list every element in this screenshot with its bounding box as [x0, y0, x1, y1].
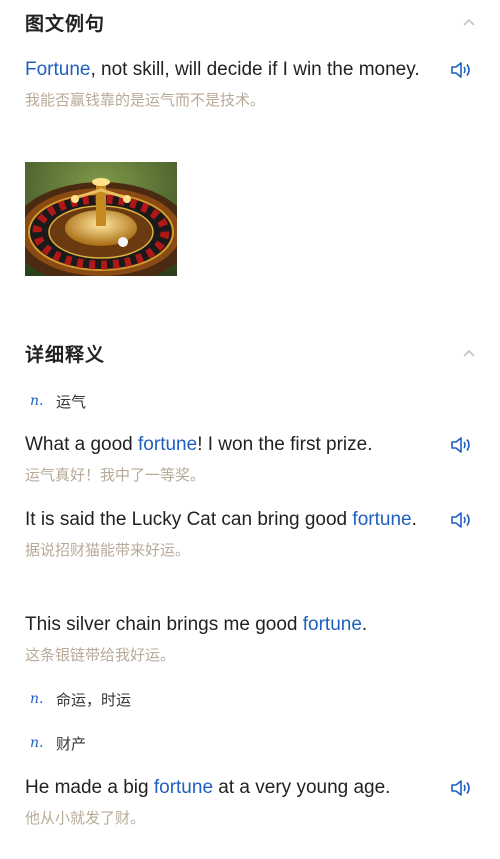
speaker-icon[interactable] [449, 775, 475, 801]
example-translation: 这条银链带给我好运。 [25, 646, 176, 664]
part-of-speech: n. [30, 393, 44, 409]
section-title: 图文例句 [25, 12, 106, 35]
example-sentence: This silver chain brings me good fortune… [25, 610, 475, 667]
speaker-icon[interactable] [449, 507, 475, 533]
sense-row: n. 命运，时运 [30, 688, 131, 710]
details-section-header: 详细释义 [25, 338, 475, 368]
example-sentence: Fortune, not skill, will decide if I win… [25, 55, 475, 112]
keyword-highlight[interactable]: Fortune [25, 59, 90, 80]
example-translation: 据说招财猫能带来好运。 [25, 541, 191, 559]
example-translation: 我能否赢钱靠的是运气而不是技术。 [25, 91, 266, 109]
section-title: 详细释义 [25, 343, 106, 366]
keyword-highlight[interactable]: fortune [138, 434, 197, 455]
example-english: It is said the Lucky Cat can bring good … [25, 509, 417, 530]
example-sentence: It is said the Lucky Cat can bring good … [25, 505, 475, 562]
example-english: He made a big fortune at a very young ag… [25, 777, 391, 798]
example-translation: 运气真好！我中了一等奖。 [25, 466, 206, 484]
sense-row: n. 运气 [30, 390, 86, 412]
part-of-speech: n. [30, 735, 44, 751]
sense-meaning: 命运，时运 [56, 690, 132, 709]
keyword-highlight[interactable]: fortune [352, 509, 411, 530]
example-translation: 他从小就发了财。 [25, 809, 146, 827]
examples-section-header: 图文例句 [25, 7, 475, 37]
example-sentence: He made a big fortune at a very young ag… [25, 773, 475, 830]
keyword-highlight[interactable]: fortune [303, 614, 362, 635]
speaker-icon[interactable] [449, 432, 475, 458]
example-english: This silver chain brings me good fortune… [25, 614, 368, 635]
sense-meaning: 财产 [56, 734, 87, 753]
part-of-speech: n. [30, 691, 44, 707]
example-sentence: What a good fortune! I won the first pri… [25, 430, 475, 487]
example-english: Fortune, not skill, will decide if I win… [25, 59, 420, 80]
keyword-highlight[interactable]: fortune [154, 777, 213, 798]
sense-meaning: 运气 [56, 392, 87, 411]
roulette-wheel-image [25, 162, 177, 276]
sense-row: n. 财产 [30, 732, 86, 754]
chevron-up-icon[interactable] [457, 10, 481, 34]
chevron-up-icon[interactable] [457, 341, 481, 365]
speaker-icon[interactable] [449, 57, 475, 83]
example-english: What a good fortune! I won the first pri… [25, 434, 373, 455]
